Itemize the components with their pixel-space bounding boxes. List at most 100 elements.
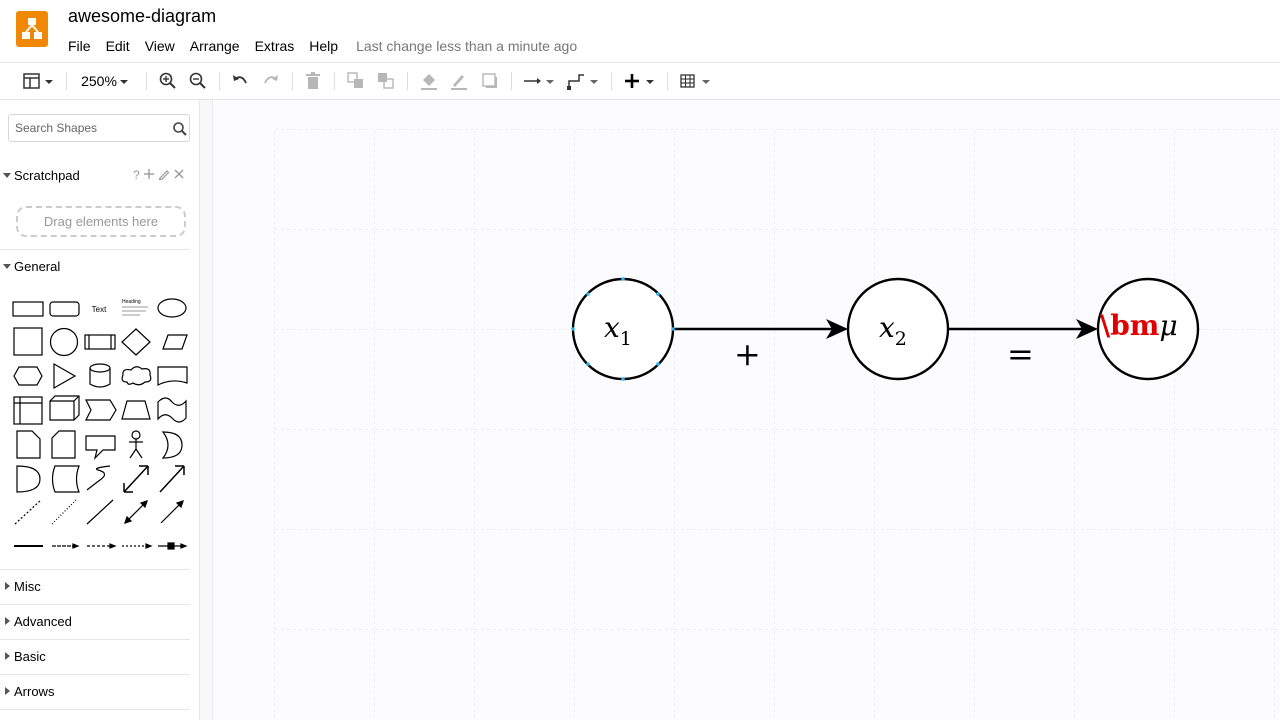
diagram-canvas[interactable]: x1 x2 \bmμ + = bbox=[214, 101, 1280, 720]
add-icon[interactable] bbox=[143, 168, 155, 180]
or-shape[interactable] bbox=[161, 431, 183, 459]
dashed-line-shape[interactable] bbox=[14, 499, 42, 525]
node-mu-label[interactable]: \bmμ bbox=[1100, 309, 1178, 342]
line-color-button[interactable] bbox=[449, 71, 469, 91]
menu-view[interactable]: View bbox=[145, 37, 175, 55]
menu-extras[interactable]: Extras bbox=[255, 37, 295, 55]
fill-color-button[interactable] bbox=[419, 71, 439, 91]
zoom-dropdown[interactable]: 250% bbox=[78, 71, 134, 91]
callout-shape[interactable] bbox=[85, 435, 116, 460]
edge-plus-label[interactable]: + bbox=[734, 335, 761, 373]
search-icon[interactable] bbox=[172, 121, 188, 137]
section-misc[interactable]: Misc bbox=[0, 576, 190, 596]
rectangle-shape[interactable] bbox=[12, 301, 44, 317]
document-title[interactable]: awesome-diagram bbox=[68, 6, 216, 27]
parallelogram-shape[interactable] bbox=[162, 334, 188, 350]
process-shape[interactable] bbox=[84, 334, 116, 350]
toolbar: 250% bbox=[0, 62, 1280, 100]
and-shape[interactable] bbox=[16, 465, 41, 493]
step-shape[interactable] bbox=[85, 399, 117, 421]
zoom-level: 250% bbox=[81, 73, 117, 89]
last-change-status[interactable]: Last change less than a minute ago bbox=[356, 37, 577, 55]
expanded-triangle-icon bbox=[0, 262, 14, 270]
to-front-icon bbox=[347, 72, 363, 88]
to-back-button[interactable] bbox=[376, 71, 396, 91]
section-general[interactable]: General bbox=[0, 256, 190, 276]
arrow-connector-shape[interactable] bbox=[52, 543, 80, 549]
data-storage-shape[interactable] bbox=[51, 465, 80, 493]
line-shape[interactable] bbox=[86, 499, 114, 525]
node-x2-label[interactable]: x2 bbox=[879, 311, 907, 350]
edit-icon[interactable] bbox=[158, 168, 170, 180]
actor-shape[interactable] bbox=[129, 430, 143, 459]
sidebar-resize-handle[interactable] bbox=[200, 100, 213, 720]
close-icon[interactable] bbox=[173, 168, 185, 180]
edge-equals-label[interactable]: = bbox=[1007, 335, 1034, 373]
help-icon[interactable]: ? bbox=[133, 168, 140, 182]
connection-style-dropdown[interactable] bbox=[522, 71, 556, 91]
zoom-in-button[interactable] bbox=[158, 71, 178, 91]
ellipse-shape[interactable] bbox=[157, 298, 187, 318]
triangle-shape[interactable] bbox=[53, 362, 77, 390]
to-front-button[interactable] bbox=[346, 71, 366, 91]
shadow-button[interactable] bbox=[480, 71, 500, 91]
section-basic[interactable]: Basic bbox=[0, 646, 190, 666]
menu-arrange[interactable]: Arrange bbox=[190, 37, 240, 55]
scratchpad-drop-zone[interactable]: Drag elements here bbox=[16, 206, 186, 237]
insert-icon bbox=[625, 74, 654, 88]
note-shape[interactable] bbox=[16, 430, 41, 459]
section-arrows[interactable]: Arrows bbox=[0, 681, 190, 701]
section-advanced[interactable]: Advanced bbox=[0, 611, 190, 631]
waypoints-dropdown[interactable] bbox=[566, 71, 600, 91]
collapsed-triangle-icon bbox=[0, 652, 14, 660]
menu-file[interactable]: File bbox=[68, 37, 91, 55]
zoom-out-button[interactable] bbox=[188, 71, 208, 91]
rounded-rectangle-shape[interactable] bbox=[49, 301, 80, 317]
directional-connector-shape[interactable] bbox=[160, 500, 184, 524]
diamond-shape[interactable] bbox=[121, 328, 151, 356]
labeled-connector-shape[interactable] bbox=[158, 542, 188, 550]
internal-storage-shape[interactable] bbox=[13, 396, 43, 425]
undo-button[interactable] bbox=[230, 71, 250, 91]
dotted-arrow-connector-shape[interactable] bbox=[122, 543, 153, 549]
redo-button[interactable] bbox=[261, 71, 281, 91]
cylinder-shape[interactable] bbox=[89, 363, 111, 388]
dotted-line-shape[interactable] bbox=[51, 499, 77, 525]
undo-icon bbox=[233, 75, 247, 84]
curve-shape[interactable] bbox=[86, 465, 111, 491]
section-title-label: Basic bbox=[14, 648, 46, 664]
format-panel-button[interactable] bbox=[20, 71, 56, 91]
trapezoid-shape[interactable] bbox=[121, 400, 151, 420]
cloud-shape[interactable] bbox=[121, 366, 152, 386]
heading-shape[interactable] bbox=[122, 306, 148, 316]
general-shapes-palette: Text Heading bbox=[12, 298, 188, 550]
shapes-sidebar: Scratchpad ? Drag elements here General bbox=[0, 100, 200, 720]
drawio-app: awesome-diagram File Edit View Arrange E… bbox=[0, 0, 1280, 720]
section-title-label: General bbox=[14, 258, 61, 274]
dashed-arrow-connector-shape[interactable] bbox=[87, 543, 117, 549]
menu-bar: File Edit View Arrange Extras Help Last … bbox=[68, 37, 577, 55]
bidirectional-connector-shape[interactable] bbox=[124, 500, 148, 524]
bidirectional-arrow-shape[interactable] bbox=[123, 465, 149, 493]
tape-shape[interactable] bbox=[157, 397, 187, 423]
card-shape[interactable] bbox=[51, 430, 76, 459]
text-shape[interactable]: Text bbox=[92, 305, 107, 314]
circle-shape[interactable] bbox=[49, 327, 79, 357]
toolbar-separator bbox=[219, 72, 220, 90]
search-shapes-input[interactable] bbox=[15, 121, 165, 135]
arrow-shape[interactable] bbox=[159, 465, 185, 493]
table-dropdown[interactable] bbox=[678, 71, 712, 91]
drawio-logo[interactable] bbox=[16, 11, 48, 47]
scratchpad-tools: ? bbox=[133, 168, 185, 182]
node-x1-label[interactable]: x1 bbox=[604, 311, 632, 350]
square-shape[interactable] bbox=[13, 327, 43, 356]
menu-edit[interactable]: Edit bbox=[106, 37, 130, 55]
collapsed-triangle-icon bbox=[0, 687, 14, 695]
menu-help[interactable]: Help bbox=[309, 37, 338, 55]
document-shape[interactable] bbox=[157, 366, 188, 386]
zoom-out-icon bbox=[189, 72, 206, 89]
hexagon-shape[interactable] bbox=[13, 366, 43, 386]
insert-dropdown[interactable] bbox=[622, 71, 656, 91]
cube-shape[interactable] bbox=[49, 395, 80, 421]
delete-button[interactable] bbox=[303, 71, 323, 91]
